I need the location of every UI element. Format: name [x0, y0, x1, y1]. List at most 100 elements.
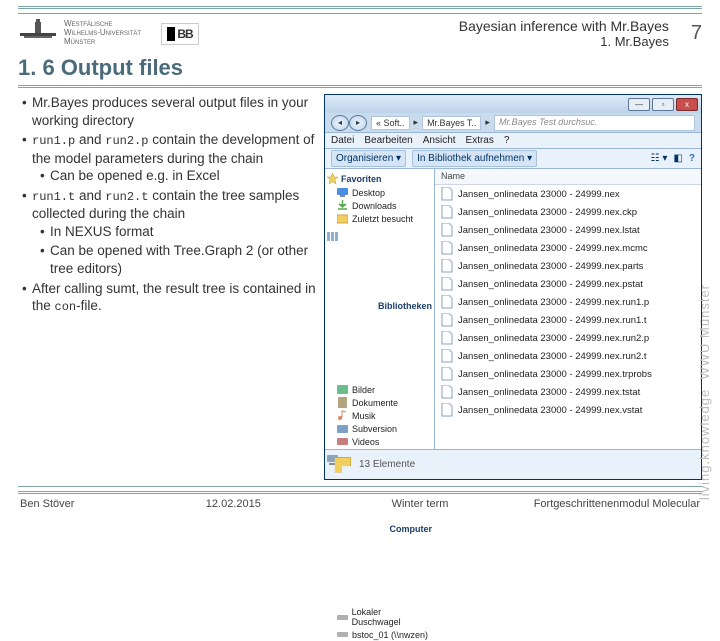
file-name: Jansen_onlinedata 23000 - 24999.nex.run2…	[458, 351, 647, 362]
path-seg-1[interactable]: « Soft..	[371, 116, 410, 130]
sidebar-item-pictures[interactable]: Bilder	[327, 383, 432, 396]
videos-icon	[337, 436, 348, 447]
bullet-3-sub1: In NEXUS format	[36, 223, 318, 241]
file-row[interactable]: Jansen_onlinedata 23000 - 24999.nex.run1…	[435, 293, 701, 311]
sidebar-item-localdisk[interactable]: Lokaler Duschwagel	[327, 606, 432, 628]
footer-author: Ben Stöver	[20, 498, 140, 510]
desktop-icon	[337, 187, 348, 198]
sidebar-item-desktop[interactable]: Desktop	[327, 186, 432, 199]
file-row[interactable]: Jansen_onlinedata 23000 - 24999.nex.run1…	[435, 311, 701, 329]
file-name: Jansen_onlinedata 23000 - 24999.nex.mcmc	[458, 243, 648, 254]
library-icon	[327, 231, 375, 381]
footer-course: Fortgeschrittenenmodul Molecular	[513, 498, 700, 510]
include-library-button[interactable]: In Bibliothek aufnehmen ▾	[412, 150, 537, 167]
logo-ibb: BB	[161, 23, 199, 45]
page-number: 7	[677, 22, 702, 45]
path-seg-2[interactable]: Mr.Bayes T..	[422, 116, 481, 130]
file-row[interactable]: Jansen_onlinedata 23000 - 24999.nex.psta…	[435, 275, 701, 293]
file-row[interactable]: Jansen_onlinedata 23000 - 24999.nex.trpr…	[435, 365, 701, 383]
back-button[interactable]: ◂	[331, 115, 349, 131]
sidebar-item-downloads[interactable]: Downloads	[327, 199, 432, 212]
top-rule	[18, 6, 702, 14]
file-row[interactable]: Jansen_onlinedata 23000 - 24999.nex.vsta…	[435, 401, 701, 419]
brand-sidebar: living.knowledge WWU Münster	[697, 60, 717, 500]
menu-view[interactable]: Ansicht	[423, 135, 456, 146]
bullet-4: After calling sumt, the result tree is c…	[22, 280, 318, 316]
subversion-icon	[337, 423, 348, 434]
file-icon	[441, 277, 453, 291]
menu-edit[interactable]: Bearbeiten	[364, 135, 412, 146]
sidebar-computer-header[interactable]: Computer	[327, 454, 432, 604]
file-icon	[441, 259, 453, 273]
file-row[interactable]: Jansen_onlinedata 23000 - 24999.nex.ckp	[435, 203, 701, 221]
menu-extras[interactable]: Extras	[466, 135, 494, 146]
section-title: 1. 6 Output files	[18, 55, 702, 81]
recent-icon	[337, 213, 348, 224]
file-icon	[441, 223, 453, 237]
forward-button[interactable]: ▸	[349, 115, 367, 131]
mid-rule	[18, 85, 702, 88]
preview-pane-icon[interactable]: ◧	[673, 153, 682, 164]
sidebar-favorites-header[interactable]: Favoriten	[327, 173, 432, 184]
footer-term: Winter term	[327, 498, 514, 510]
file-row[interactable]: Jansen_onlinedata 23000 - 24999.nex.run2…	[435, 329, 701, 347]
minimize-button[interactable]: —	[628, 98, 650, 111]
file-name: Jansen_onlinedata 23000 - 24999.nex.tsta…	[458, 387, 640, 398]
star-icon	[327, 173, 338, 184]
help-icon[interactable]: ?	[689, 153, 695, 164]
bullet-3: run1.t and run2.t contain the tree sampl…	[22, 187, 318, 278]
file-icon	[441, 331, 453, 345]
sidebar-item-documents[interactable]: Dokumente	[327, 396, 432, 409]
bullet-2-sub1: Can be opened e.g. in Excel	[36, 167, 318, 185]
explorer-sidebar: Favoriten Desktop Downloads Zuletzt besu…	[325, 169, 435, 449]
file-name: Jansen_onlinedata 23000 - 24999.nex.part…	[458, 261, 643, 272]
sidebar-item-recent[interactable]: Zuletzt besucht	[327, 212, 432, 225]
organize-button[interactable]: Organisieren ▾	[331, 150, 406, 167]
sidebar-item-subversion[interactable]: Subversion	[327, 422, 432, 435]
window-titlebar: — ▫ x	[325, 95, 701, 113]
address-bar: ◂ ▸ « Soft.. ▸ Mr.Bayes T.. ▸ Mr.Bayes T…	[325, 113, 701, 133]
file-icon	[441, 313, 453, 327]
file-row[interactable]: Jansen_onlinedata 23000 - 24999.nex	[435, 185, 701, 203]
file-icon	[441, 241, 453, 255]
explorer-screenshot: — ▫ x ◂ ▸ « Soft.. ▸ Mr.Bayes T.. ▸ Mr.B…	[324, 94, 702, 480]
file-row[interactable]: Jansen_onlinedata 23000 - 24999.nex.mcmc	[435, 239, 701, 257]
footer: Ben Stöver 12.02.2015 Winter term Fortge…	[18, 498, 702, 510]
menu-file[interactable]: Datei	[331, 135, 354, 146]
documents-icon	[337, 397, 348, 408]
close-button[interactable]: x	[676, 98, 698, 111]
file-name: Jansen_onlinedata 23000 - 24999.nex.lsta…	[458, 225, 640, 236]
sidebar-item-netdrive[interactable]: bstoc_01 (\\nwzen)	[327, 628, 432, 641]
sidebar-item-videos[interactable]: Videos	[327, 435, 432, 448]
file-name: Jansen_onlinedata 23000 - 24999.nex.psta…	[458, 279, 643, 290]
bullet-1: Mr.Bayes produces several output files i…	[22, 94, 318, 129]
file-icon	[441, 385, 453, 399]
bullet-list: Mr.Bayes produces several output files i…	[18, 94, 318, 480]
file-row[interactable]: Jansen_onlinedata 23000 - 24999.nex.lsta…	[435, 221, 701, 239]
netdrive-icon	[337, 629, 348, 640]
file-icon	[441, 349, 453, 363]
file-row[interactable]: Jansen_onlinedata 23000 - 24999.nex.run2…	[435, 347, 701, 365]
header-title: Bayesian inference with Mr.Bayes	[207, 18, 669, 34]
column-header-name[interactable]: Name	[435, 169, 701, 185]
logo-uni-muenster: Westfälische Wilhelms-Universität Münste…	[18, 19, 141, 49]
computer-icon	[327, 454, 387, 604]
bullet-3-sub2: Can be opened with Tree.Graph 2 (or othe…	[36, 242, 318, 277]
sidebar-item-music[interactable]: Musik	[327, 409, 432, 422]
footer-date: 12.02.2015	[140, 498, 327, 510]
file-icon	[441, 187, 453, 201]
file-row[interactable]: Jansen_onlinedata 23000 - 24999.nex.part…	[435, 257, 701, 275]
sidebar-libraries-header[interactable]: Bibliotheken	[327, 231, 432, 381]
menu-help[interactable]: ?	[504, 135, 510, 146]
download-icon	[337, 200, 348, 211]
pictures-icon	[337, 384, 348, 395]
header-subtitle: 1. Mr.Bayes	[207, 34, 669, 49]
file-icon	[441, 367, 453, 381]
bullet-2: run1.p and run2.p contain the developmen…	[22, 131, 318, 185]
view-options-icon[interactable]: ☷ ▾	[651, 153, 668, 164]
search-input[interactable]: Mr.Bayes Test durchsuc.	[494, 115, 695, 131]
status-text: 13 Elemente	[359, 459, 415, 470]
file-name: Jansen_onlinedata 23000 - 24999.nex.run1…	[458, 315, 647, 326]
file-row[interactable]: Jansen_onlinedata 23000 - 24999.nex.tsta…	[435, 383, 701, 401]
maximize-button[interactable]: ▫	[652, 98, 674, 111]
